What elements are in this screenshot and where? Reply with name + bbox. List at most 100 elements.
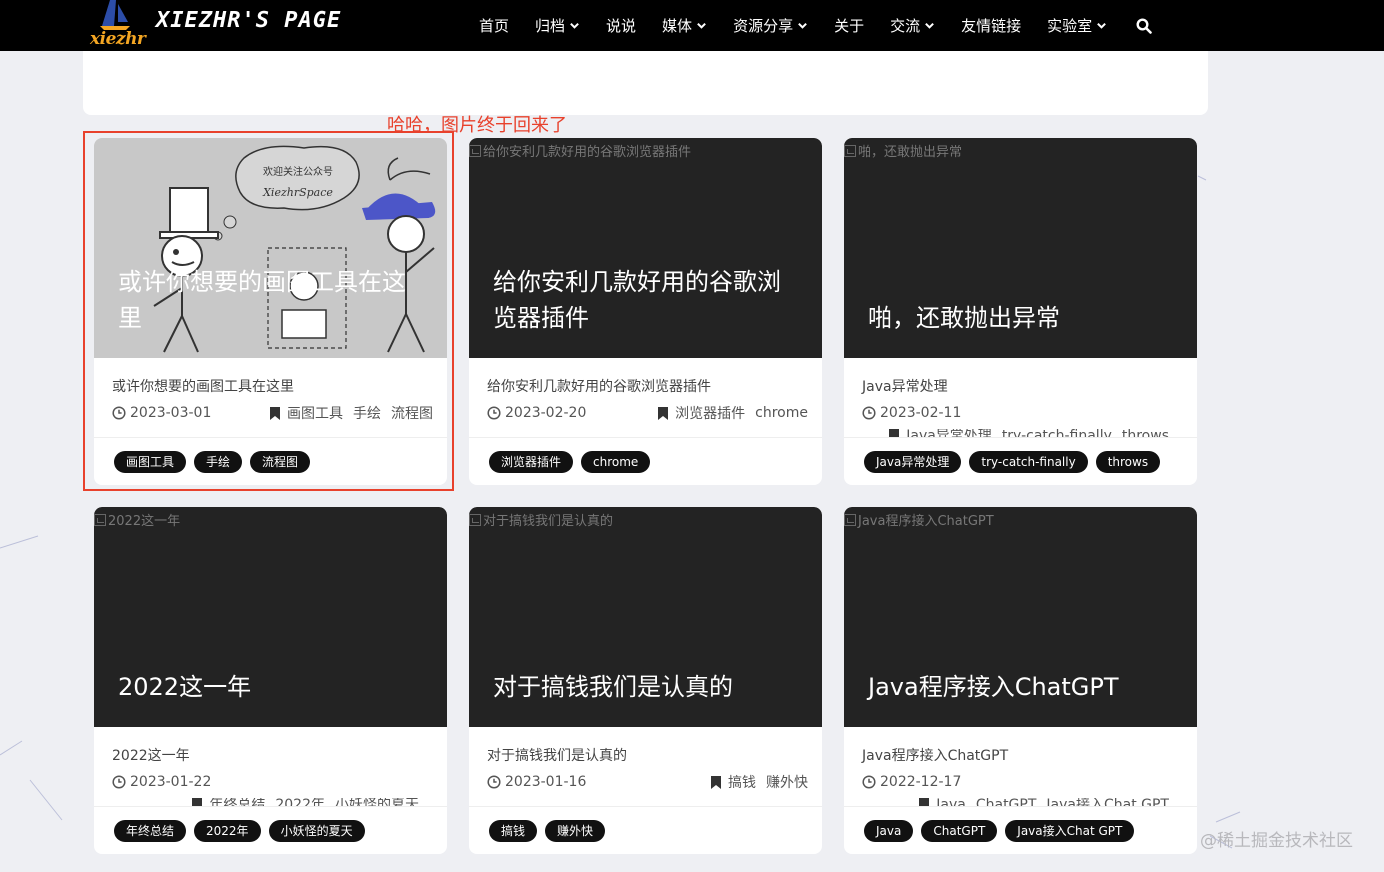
- card-tags: Java异常处理 try-catch-finally throws: [864, 451, 1161, 473]
- tag-pill[interactable]: Java: [864, 820, 914, 842]
- nav-item-0[interactable]: 首页: [466, 0, 522, 51]
- card-meta: 2023-02-20 浏览器插件 chrome: [487, 404, 808, 422]
- site-title[interactable]: XIEZHR'S PAGE: [156, 8, 341, 33]
- tag-pill[interactable]: ChatGPT: [921, 820, 998, 842]
- tag-pill[interactable]: 浏览器插件: [489, 451, 574, 473]
- card-meta: 2023-02-11 Java异常处理 try-catch-finally throw…: [862, 404, 1183, 437]
- post-card[interactable]: Java程序接入ChatGPT Java程序接入ChatGPT Java程序接入Ch…: [844, 507, 1197, 854]
- tag-pill[interactable]: 年终总结: [114, 820, 187, 842]
- post-date-text: 2023-01-22: [130, 774, 212, 790]
- nav-item-label: 交流: [890, 17, 921, 35]
- post-categories: 搞钱 赚外快: [711, 772, 808, 792]
- bookmark-icon: [192, 798, 203, 806]
- card-divider: [94, 437, 447, 438]
- main-nav: 首页 归档 说说 媒体 资源分享 关于 交流 友情链接 实验室: [466, 0, 1162, 51]
- tag-pill[interactable]: 小妖怪的夏天: [268, 820, 365, 842]
- tag-pill[interactable]: Java异常处理: [864, 451, 962, 473]
- category-link[interactable]: Java: [936, 798, 966, 806]
- category-link[interactable]: 画图工具: [287, 403, 343, 423]
- category-link[interactable]: 手绘: [353, 403, 381, 423]
- category-link[interactable]: chrome: [755, 405, 808, 421]
- nav-item-3[interactable]: 媒体: [649, 0, 720, 51]
- nav-item-7[interactable]: 友情链接: [948, 0, 1034, 51]
- category-link[interactable]: throws: [1122, 429, 1169, 437]
- tag-pill[interactable]: try-catch-finally: [969, 451, 1088, 473]
- card-cover[interactable]: 对于搞钱我们是认真的 对于搞钱我们是认真的: [469, 507, 822, 727]
- card-cover[interactable]: Java程序接入ChatGPT Java程序接入ChatGPT: [844, 507, 1197, 727]
- category-link[interactable]: 赚外快: [766, 772, 808, 792]
- card-tags: 年终总结 2022年 小妖怪的夏天: [114, 820, 365, 842]
- card-cover[interactable]: 2022这一年 2022这一年: [94, 507, 447, 727]
- broken-cover-image: 给你安利几款好用的谷歌浏览器插件: [469, 141, 691, 160]
- category-link[interactable]: 搞钱: [728, 772, 756, 792]
- search-button[interactable]: [1126, 0, 1162, 51]
- nav-item-6[interactable]: 交流: [877, 0, 948, 51]
- nav-item-8[interactable]: 实验室: [1034, 0, 1120, 51]
- card-meta: 2023-01-16 搞钱 赚外快: [487, 773, 808, 791]
- post-card[interactable]: 欢迎关注公众号 XiezhrSpace 或许你想要的画图工具在这里 或许你想要的画图工…: [94, 138, 447, 485]
- category-link[interactable]: 流程图: [391, 403, 433, 423]
- post-date: 2023-01-22: [112, 774, 211, 790]
- cover-title: 给你安利几款好用的谷歌浏览器插件: [493, 268, 781, 332]
- category-link[interactable]: Java接入Chat GPT: [1046, 798, 1169, 806]
- clock-icon: [112, 406, 126, 420]
- tag-pill[interactable]: 搞钱: [489, 820, 538, 842]
- category-link[interactable]: 2022年: [275, 798, 325, 806]
- nav-item-1[interactable]: 归档: [522, 0, 593, 51]
- cover-title: 2022这一年: [118, 673, 252, 701]
- category-link[interactable]: try-catch-finally: [1002, 429, 1112, 437]
- nav-item-2[interactable]: 说说: [593, 0, 649, 51]
- category-link[interactable]: 浏览器插件: [675, 403, 745, 423]
- card-cover[interactable]: 给你安利几款好用的谷歌浏览器插件 给你安利几款好用的谷歌浏览器插件: [469, 138, 822, 358]
- category-link[interactable]: 年终总结: [209, 798, 265, 806]
- post-date-text: 2023-01-16: [505, 774, 587, 790]
- card-meta: 2023-03-01 画图工具 手绘 流程图: [112, 404, 433, 422]
- card-divider: [469, 437, 822, 438]
- tag-pill[interactable]: chrome: [581, 451, 651, 473]
- post-card[interactable]: 对于搞钱我们是认真的 对于搞钱我们是认真的 对于搞钱我们是认真的 2023-01-16…: [469, 507, 822, 854]
- clock-icon: [862, 775, 876, 789]
- tag-pill[interactable]: Java接入Chat GPT: [1005, 820, 1135, 842]
- nav-item-label: 说说: [606, 17, 637, 35]
- post-categories: 画图工具 手绘 流程图: [270, 403, 433, 423]
- card-cover[interactable]: 啪，还敢抛出异常 啪，还敢抛出异常: [844, 138, 1197, 358]
- chevron-down-icon: [697, 22, 706, 29]
- search-icon: [1136, 17, 1152, 34]
- card-cover[interactable]: 欢迎关注公众号 XiezhrSpace 或许你想要的画图工具在这里: [94, 138, 447, 358]
- cover-title: 啪，还敢抛出异常: [868, 304, 1060, 332]
- bookmark-icon: [270, 406, 280, 420]
- broken-cover-image: 对于搞钱我们是认真的: [469, 510, 613, 529]
- nav-item-4[interactable]: 资源分享: [720, 0, 821, 51]
- annotation-text: 哈哈，图片终于回来了: [387, 115, 567, 136]
- tag-pill[interactable]: 手绘: [194, 451, 243, 473]
- category-link[interactable]: Java异常处理: [906, 429, 992, 437]
- bubble-text-1: 欢迎关注公众号: [263, 165, 333, 178]
- card-divider: [844, 806, 1197, 807]
- tag-pill[interactable]: 画图工具: [114, 451, 187, 473]
- broken-cover-image: Java程序接入ChatGPT: [844, 510, 994, 529]
- post-card[interactable]: 2022这一年 2022这一年 2022这一年 2023-01-22 年终总结 2022年…: [94, 507, 447, 854]
- post-card[interactable]: 给你安利几款好用的谷歌浏览器插件 给你安利几款好用的谷歌浏览器插件 给你安利几款好用…: [469, 138, 822, 485]
- card-divider: [94, 806, 447, 807]
- nav-item-label: 资源分享: [733, 17, 794, 35]
- watermark: @稀土掘金技术社区: [1200, 831, 1353, 851]
- cover-title: 对于搞钱我们是认真的: [493, 673, 733, 701]
- tag-pill[interactable]: 流程图: [250, 451, 311, 473]
- top-panel: [83, 51, 1208, 115]
- post-date: 2023-02-20: [487, 405, 586, 421]
- card-excerpt: 2022这一年: [112, 748, 190, 764]
- tag-pill[interactable]: 赚外快: [545, 820, 606, 842]
- cover-alt-text: 给你安利几款好用的谷歌浏览器插件: [483, 145, 692, 160]
- post-card[interactable]: 啪，还敢抛出异常 啪，还敢抛出异常 Java异常处理 2023-02-11 Java异常…: [844, 138, 1197, 485]
- category-link[interactable]: 小妖怪的夏天: [335, 798, 419, 806]
- nav-item-5[interactable]: 关于: [821, 0, 877, 51]
- tag-pill[interactable]: 2022年: [194, 820, 261, 842]
- bookmark-icon: [889, 429, 900, 437]
- category-link[interactable]: ChatGPT: [976, 798, 1037, 806]
- tag-pill[interactable]: throws: [1095, 451, 1161, 473]
- card-excerpt: 对于搞钱我们是认真的: [487, 748, 627, 764]
- post-categories: Java ChatGPT Java接入Chat GPT: [919, 798, 1169, 806]
- bubble-text-2: XiezhrSpace: [262, 186, 333, 199]
- clock-icon: [862, 406, 876, 420]
- card-tags: Java ChatGPT Java接入Chat GPT: [864, 820, 1135, 842]
